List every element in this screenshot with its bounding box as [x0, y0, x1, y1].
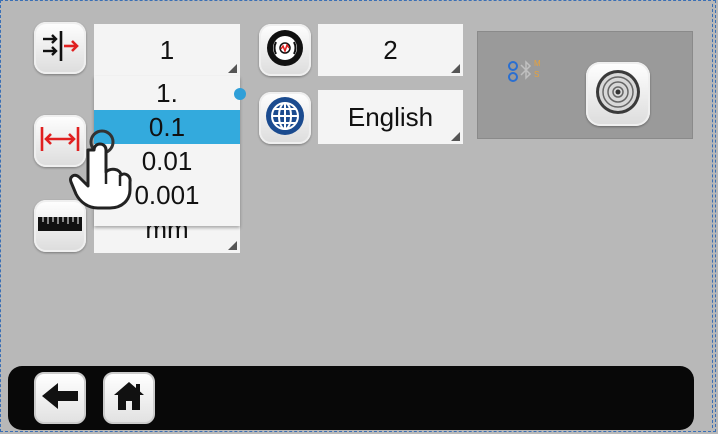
back-arrow-icon — [40, 381, 80, 416]
arrows-to-line-icon — [39, 28, 81, 69]
home-button[interactable] — [103, 372, 155, 424]
globe-icon — [264, 95, 306, 142]
bluetooth-status: M S — [508, 59, 548, 83]
language-value-select[interactable]: English — [318, 90, 463, 144]
bluetooth-panel: M S — [477, 31, 693, 139]
vibration-icon — [265, 28, 305, 73]
screen-frame-right — [712, 4, 714, 428]
scan-button[interactable] — [586, 62, 650, 126]
bluetooth-icon — [520, 59, 532, 86]
back-button[interactable] — [34, 372, 86, 424]
step-option-1[interactable]: 1. — [94, 76, 240, 110]
bluetooth-dot-m — [508, 61, 518, 71]
step-value: 1 — [159, 34, 175, 65]
dropdown-corner-icon — [228, 64, 237, 73]
radar-scan-icon — [594, 68, 642, 121]
language-value: English — [347, 101, 434, 132]
home-icon — [112, 380, 146, 417]
step-setting-button[interactable] — [34, 22, 86, 74]
dropdown-corner-icon — [451, 132, 460, 141]
bluetooth-dot-s — [508, 72, 518, 82]
bluetooth-label-m: M — [534, 59, 541, 68]
dropdown-corner-icon — [228, 241, 237, 250]
ruler-icon — [37, 214, 83, 239]
sensitivity-value-select[interactable]: 2 — [318, 24, 463, 76]
language-setting-button[interactable] — [259, 92, 311, 144]
bluetooth-label-s: S — [534, 70, 540, 79]
sensitivity-value: 2 — [383, 34, 398, 65]
pointing-hand-icon — [68, 128, 132, 215]
dropdown-corner-icon — [451, 64, 460, 73]
bottom-nav-bar — [8, 366, 694, 430]
sensitivity-setting-button[interactable] — [259, 24, 311, 76]
step-value-select[interactable]: 1 — [94, 24, 240, 76]
dropdown-scroll-indicator — [234, 88, 246, 100]
